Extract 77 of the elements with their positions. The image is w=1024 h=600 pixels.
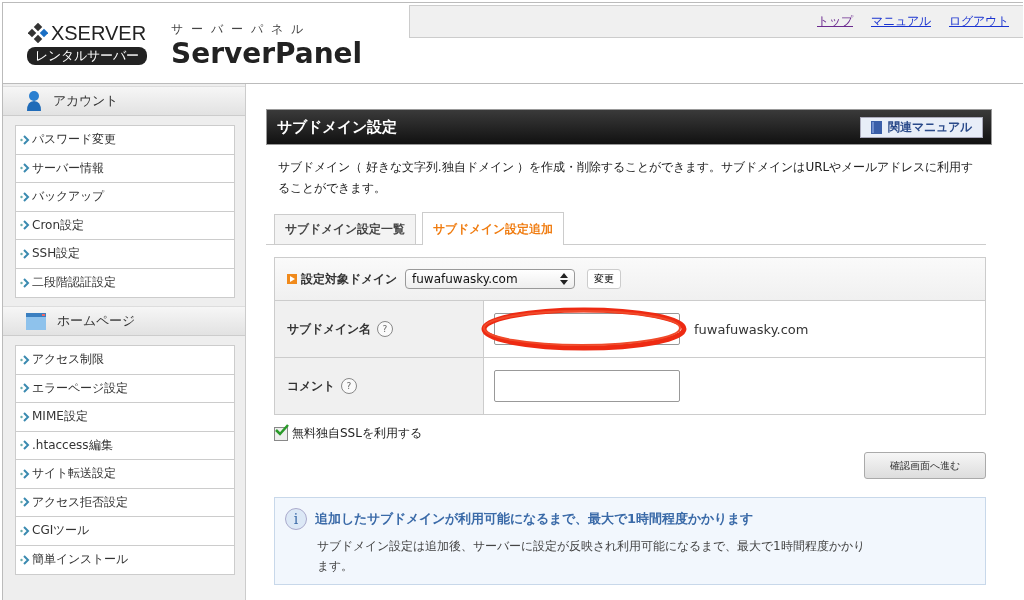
sidebar-item-text: パスワード変更 <box>32 131 116 149</box>
sidebar-item[interactable]: サーバー情報 <box>16 154 234 183</box>
nav-link[interactable]: マニュアル <box>871 13 931 30</box>
checkmark-icon <box>275 423 289 436</box>
sidebar-item-text: アクセス拒否設定 <box>32 493 128 511</box>
help-icon[interactable]: ? <box>377 321 393 337</box>
page-title: サブドメイン設定 <box>277 117 397 137</box>
sidebar-item-text: MIME設定 <box>32 408 88 426</box>
play-icon <box>287 274 297 284</box>
sidebar-heading-text: ホームページ <box>57 312 135 330</box>
updown-icon <box>560 273 568 285</box>
arrow-icon <box>20 277 30 288</box>
sidebar-item[interactable]: バックアップ <box>16 183 234 212</box>
manual-button[interactable]: 関連マニュアル <box>860 116 983 138</box>
info-icon: i <box>285 508 307 530</box>
sidebar-item[interactable]: SSH設定 <box>16 240 234 269</box>
sidebar-item-text: SSH設定 <box>32 245 81 263</box>
sidebar-item[interactable]: パスワード変更 <box>16 126 234 155</box>
arrow-icon <box>20 191 30 202</box>
window-icon <box>25 311 47 331</box>
checkbox-label: 無料独自SSLを利用する <box>292 425 422 442</box>
person-icon <box>25 90 43 112</box>
notice-title: 追加したサブドメインが利用可能になるまで、最大で1時間程度かかります <box>315 510 754 528</box>
arrow-icon <box>20 411 30 422</box>
sidebar-item-text: CGIツール <box>32 522 90 540</box>
panel-subtitle: サーバーパネル <box>171 20 312 38</box>
help-icon[interactable]: ? <box>341 378 357 394</box>
nav-link[interactable]: トップ <box>817 13 853 30</box>
sidebar-item[interactable]: サイト転送設定 <box>16 460 234 489</box>
field-label: サブドメイン名 <box>287 320 371 338</box>
arrow-icon <box>20 440 30 451</box>
sidebar-item[interactable]: .htaccess編集 <box>16 431 234 460</box>
field-label: コメント <box>287 377 335 395</box>
tab[interactable]: サブドメイン設定一覧 <box>274 214 416 244</box>
domain-label: 設定対象ドメイン <box>301 270 397 288</box>
sidebar-item-text: バックアップ <box>32 188 104 206</box>
brand-badge: レンタルサーバー <box>27 46 147 65</box>
arrow-icon <box>20 354 30 365</box>
sidebar-item[interactable]: エラーページ設定 <box>16 374 234 403</box>
sidebar-item[interactable]: MIME設定 <box>16 403 234 432</box>
sidebar-item[interactable]: アクセス制限 <box>16 346 234 375</box>
sidebar-heading-text: アカウント <box>53 92 118 110</box>
arrow-icon <box>20 248 30 259</box>
sidebar-item-text: 二段階認証設定 <box>32 274 116 292</box>
change-button[interactable]: 変更 <box>587 269 621 289</box>
nav-link[interactable]: ログアウト <box>949 13 1009 30</box>
sidebar-item[interactable]: Cron設定 <box>16 211 234 240</box>
brand-name: XSERVER <box>50 21 147 45</box>
sidebar-item[interactable]: CGIツール <box>16 517 234 546</box>
sidebar-item-text: 簡単インストール <box>32 551 128 569</box>
arrow-icon <box>20 134 30 145</box>
confirm-button[interactable]: 確認画面へ進む <box>864 452 986 479</box>
arrow-icon <box>20 497 30 508</box>
sidebar-item[interactable]: 二段階認証設定 <box>16 268 234 297</box>
sidebar-item-text: .htaccess編集 <box>32 436 113 454</box>
sidebar-item-text: サイト転送設定 <box>32 465 116 483</box>
sidebar-item[interactable]: 簡単インストール <box>16 545 234 574</box>
panel-title: ServerPanel <box>171 37 363 70</box>
sidebar-item[interactable]: アクセス拒否設定 <box>16 488 234 517</box>
arrow-icon <box>20 525 30 536</box>
sidebar-item-text: アクセス制限 <box>32 351 104 369</box>
arrow-icon <box>20 220 30 231</box>
sidebar-item-text: エラーページ設定 <box>32 379 128 397</box>
arrow-icon <box>20 383 30 394</box>
notice-text: サブドメイン設定は追加後、サーバーに設定が反映され利用可能になるまで、最大で1時間程度かかります。 <box>317 538 866 575</box>
diamonds-icon <box>27 23 48 43</box>
sidebar-item-text: サーバー情報 <box>32 159 104 177</box>
arrow-icon <box>20 554 30 565</box>
arrow-icon <box>20 163 30 174</box>
sidebar-item-text: Cron設定 <box>32 216 84 234</box>
domain-select[interactable]: fuwafuwasky.com <box>405 269 575 289</box>
book-icon <box>871 120 882 134</box>
arrow-icon <box>20 468 30 479</box>
description-text: サブドメイン（ 好きな文字列.独自ドメイン ）を作成・削除することができます。サブドメインはURLやメールアドレスに利用することができます。 <box>278 159 975 197</box>
input-field[interactable] <box>494 370 680 402</box>
checkbox[interactable] <box>274 426 288 441</box>
domain-suffix: fuwafuwasky.com <box>694 321 809 337</box>
